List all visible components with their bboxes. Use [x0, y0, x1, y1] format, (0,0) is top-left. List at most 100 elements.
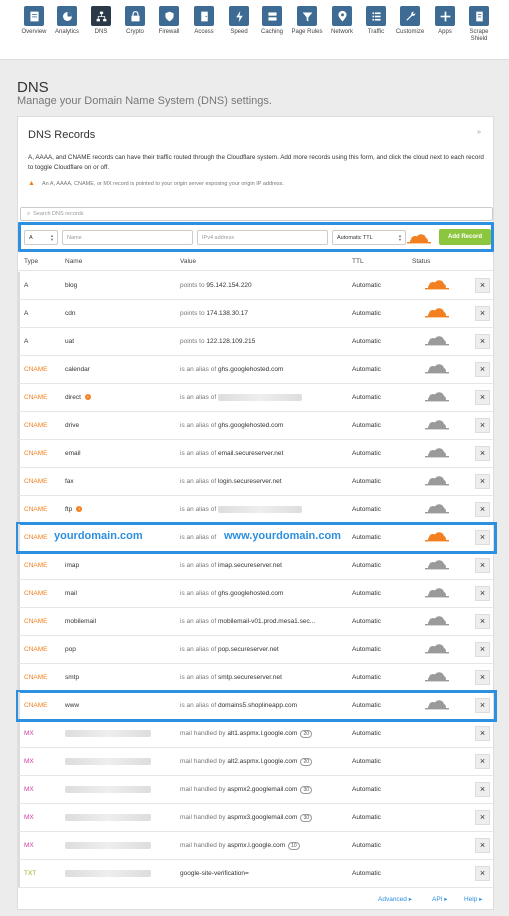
value-cell[interactable]: is an alias of login.secureserver.net — [180, 478, 348, 485]
table-row[interactable]: CNAME mail is an alias of ghs.googlehosted… — [18, 580, 495, 608]
ttl-cell[interactable]: Automatic — [352, 618, 381, 625]
cloud-toggle-icon[interactable] — [425, 588, 449, 601]
table-row[interactable]: CNAME imap is an alias of imap.secureserve… — [18, 552, 495, 580]
nav-item-analytics[interactable]: Analytics — [50, 6, 84, 36]
cloud-toggle-icon[interactable] — [425, 364, 449, 377]
value-cell[interactable]: is an alias of ghs.googlehosted.com — [180, 590, 348, 597]
nav-item-access[interactable]: Access — [187, 6, 221, 36]
name-cell[interactable] — [65, 730, 175, 737]
delete-record-button[interactable]: × — [475, 474, 490, 489]
advanced-link[interactable]: Advanced ▸ — [378, 895, 412, 903]
cloud-toggle-icon[interactable] — [425, 672, 449, 685]
ttl-cell[interactable]: Automatic — [352, 478, 381, 485]
value-cell[interactable]: is an alias of email.secureserver.net — [180, 450, 348, 457]
value-cell[interactable]: is an alias of domains5.shoplineapp.com — [180, 702, 348, 709]
value-cell[interactable]: points to 95.142.154.220 — [180, 282, 348, 289]
value-cell[interactable]: is an alias of ghs.googlehosted.com — [180, 366, 348, 373]
delete-record-button[interactable]: × — [475, 390, 490, 405]
name-cell[interactable]: direct i — [65, 394, 175, 401]
delete-record-button[interactable]: × — [475, 782, 490, 797]
ttl-cell[interactable]: Automatic — [352, 702, 381, 709]
table-row[interactable]: CNAME email is an alias of email.secureser… — [18, 440, 495, 468]
cloud-toggle-icon[interactable] — [425, 420, 449, 433]
ttl-cell[interactable]: Automatic — [352, 730, 381, 737]
value-cell[interactable]: mail handled by alt2.aspmx.l.google.com 2… — [180, 758, 348, 766]
cloud-toggle-icon[interactable] — [425, 560, 449, 573]
table-row[interactable]: CNAME mobilemail is an alias of mobilemail… — [18, 608, 495, 636]
help-link[interactable]: Help ▸ — [464, 895, 482, 903]
cloud-toggle-icon[interactable] — [425, 644, 449, 657]
name-cell[interactable]: email — [65, 450, 175, 457]
cloud-toggle-icon[interactable] — [425, 308, 449, 321]
delete-record-button[interactable]: × — [475, 614, 490, 629]
value-cell[interactable]: is an alias of — [180, 506, 348, 513]
table-row[interactable]: CNAME smtp is an alias of smtp.secureserve… — [18, 664, 495, 692]
ttl-cell[interactable]: Automatic — [352, 562, 381, 569]
value-cell[interactable]: is an alias of mobilemail-v01.prod.mesa1… — [180, 618, 348, 625]
ttl-cell[interactable]: Automatic — [352, 786, 381, 793]
table-row[interactable]: CNAME direct i is an alias of Automatic × — [18, 384, 495, 412]
table-row[interactable]: MX mail handled by aspmx2.googlemail.com 3… — [18, 776, 495, 804]
ttl-cell[interactable]: Automatic — [352, 758, 381, 765]
cloud-toggle-icon[interactable] — [425, 448, 449, 461]
name-cell[interactable] — [65, 758, 175, 765]
table-row[interactable]: Acdn points to 174.138.30.17 Automatic × — [18, 300, 495, 328]
table-row[interactable]: Auat points to 122.128.109.215 Automatic × — [18, 328, 495, 356]
cloud-toggle-icon[interactable] — [407, 232, 431, 250]
nav-item-network[interactable]: Network — [325, 6, 359, 36]
name-cell[interactable]: smtp — [65, 674, 175, 681]
table-row[interactable]: MX mail handled by alt1.aspmx.l.google.co… — [18, 720, 495, 748]
info-icon[interactable]: i — [76, 506, 83, 513]
value-cell[interactable]: mail handled by aspmx3.googlemail.com 30 — [180, 814, 348, 822]
value-cell[interactable]: is an alias of pop.secureserver.net — [180, 646, 348, 653]
delete-record-button[interactable]: × — [475, 306, 490, 321]
delete-record-button[interactable]: × — [475, 558, 490, 573]
value-cell[interactable]: google-site-verification= — [180, 870, 348, 877]
ttl-cell[interactable]: Automatic — [352, 646, 381, 653]
nav-item-dns[interactable]: DNS — [84, 6, 118, 36]
delete-record-button[interactable]: × — [475, 810, 490, 825]
table-row[interactable]: CNAME is an alias of Automatic × yourdomain… — [16, 522, 497, 554]
name-cell[interactable] — [65, 786, 175, 793]
delete-record-button[interactable]: × — [475, 698, 490, 713]
ttl-cell[interactable]: Automatic — [352, 534, 381, 541]
cloud-toggle-icon[interactable] — [425, 532, 449, 545]
nav-item-page-rules[interactable]: Page Rules — [290, 6, 324, 36]
value-cell[interactable]: is an alias of smtp.secureserver.net — [180, 674, 348, 681]
cloud-toggle-icon[interactable] — [425, 336, 449, 349]
delete-record-button[interactable]: × — [475, 418, 490, 433]
name-cell[interactable]: fax — [65, 478, 175, 485]
delete-record-button[interactable]: × — [475, 838, 490, 853]
ttl-cell[interactable]: Automatic — [352, 394, 381, 401]
cloud-toggle-icon[interactable] — [425, 504, 449, 517]
value-cell[interactable]: points to 122.128.109.215 — [180, 338, 348, 345]
delete-record-button[interactable]: × — [475, 726, 490, 741]
nav-item-customize[interactable]: Customize — [393, 6, 427, 36]
cloud-toggle-icon[interactable] — [425, 700, 449, 713]
delete-record-button[interactable]: × — [475, 446, 490, 461]
table-row[interactable]: CNAME fax is an alias of login.secureserve… — [18, 468, 495, 496]
ttl-cell[interactable]: Automatic — [352, 282, 381, 289]
ttl-cell[interactable]: Automatic — [352, 422, 381, 429]
table-row[interactable]: CNAME calendar is an alias of ghs.googleho… — [18, 356, 495, 384]
delete-record-button[interactable]: × — [475, 866, 490, 881]
delete-record-button[interactable]: × — [475, 278, 490, 293]
table-row[interactable]: MX mail handled by aspmx.l.google.com 10 Au… — [18, 832, 495, 860]
delete-record-button[interactable]: × — [475, 586, 490, 601]
table-row[interactable]: MX mail handled by alt2.aspmx.l.google.co… — [18, 748, 495, 776]
name-cell[interactable]: mobilemail — [65, 618, 175, 625]
ttl-cell[interactable]: Automatic — [352, 450, 381, 457]
table-row[interactable]: MX mail handled by aspmx3.googlemail.com 3… — [18, 804, 495, 832]
ttl-cell[interactable]: Automatic — [352, 814, 381, 821]
nav-item-apps[interactable]: Apps — [428, 6, 462, 36]
delete-record-button[interactable]: × — [475, 334, 490, 349]
value-cell[interactable]: mail handled by aspmx2.googlemail.com 30 — [180, 786, 348, 794]
value-cell[interactable]: is an alias of imap.secureserver.net — [180, 562, 348, 569]
ttl-cell[interactable]: Automatic — [352, 506, 381, 513]
nav-item-scrape-shield[interactable]: Scrape Shield — [462, 6, 496, 43]
ttl-cell[interactable]: Automatic — [352, 842, 381, 849]
name-cell[interactable]: calendar — [65, 366, 175, 373]
value-cell[interactable]: is an alias of ghs.googlehosted.com — [180, 422, 348, 429]
value-cell[interactable]: mail handled by alt1.aspmx.l.google.com 2… — [180, 730, 348, 738]
value-cell[interactable]: mail handled by aspmx.l.google.com 10 — [180, 842, 348, 850]
